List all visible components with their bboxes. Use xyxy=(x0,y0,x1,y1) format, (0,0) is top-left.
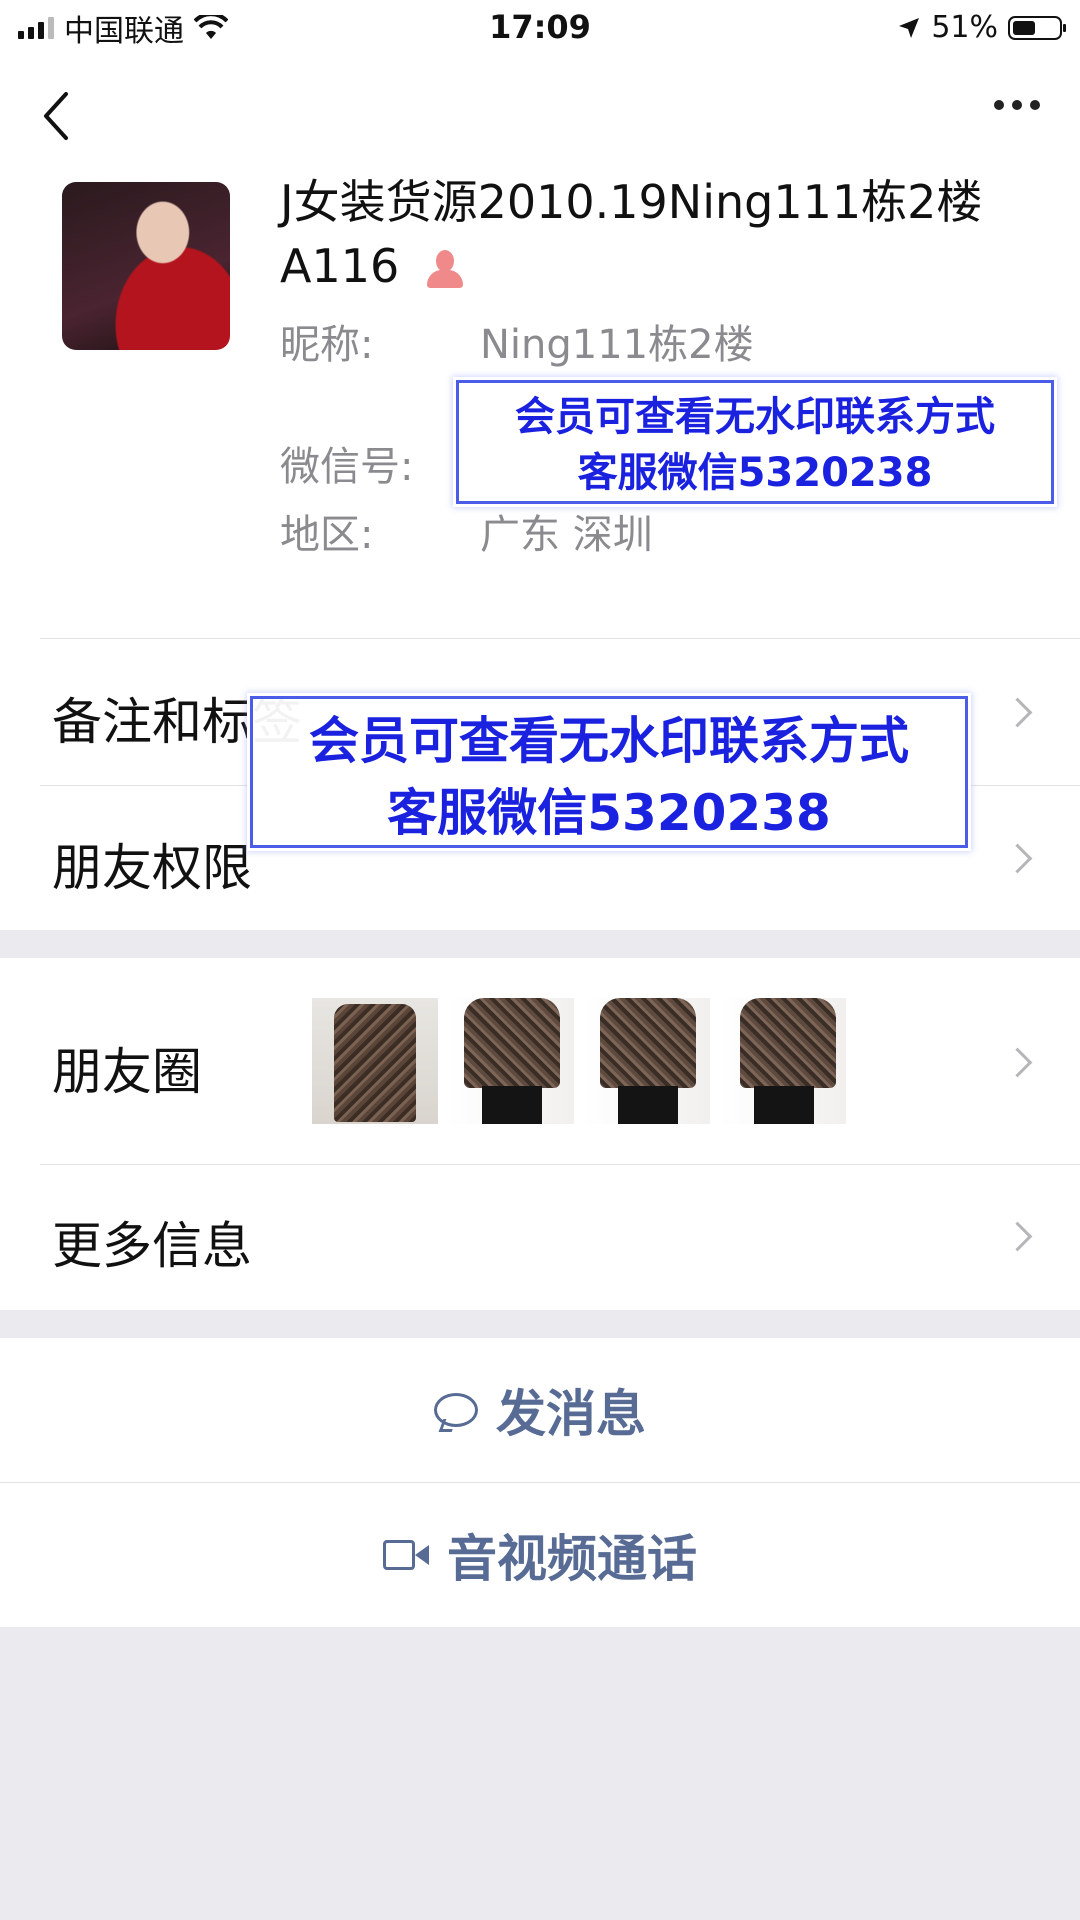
moments-thumbnails xyxy=(312,998,846,1124)
watermark-banner: 会员可查看无水印联系方式 客服微信5320238 xyxy=(456,380,1054,504)
avatar[interactable] xyxy=(62,182,230,350)
chat-bubble-icon xyxy=(434,1393,478,1427)
more-dots-icon[interactable] xyxy=(994,100,1040,110)
friend-permissions-label: 朋友权限 xyxy=(52,839,252,897)
status-bar: 中国联通 17:09 51% xyxy=(0,0,1080,56)
send-message-button[interactable]: 发消息 xyxy=(0,1338,1080,1482)
moments-thumbnail xyxy=(448,998,574,1124)
contact-name: J女装货源2010.19Ning111栋2楼A116 xyxy=(280,170,1040,298)
send-message-label: 发消息 xyxy=(496,1385,646,1443)
moments-thumbnail xyxy=(312,998,438,1124)
region-value: 广东 深圳 xyxy=(480,512,653,558)
female-icon xyxy=(427,249,464,290)
wechat-id-label: 微信号: xyxy=(280,444,414,490)
chevron-right-icon xyxy=(1002,1047,1033,1078)
watermark-line1: 会员可查看无水印联系方式 xyxy=(309,712,909,770)
moments-thumbnail xyxy=(584,998,710,1124)
divider xyxy=(0,1482,1080,1483)
location-arrow-icon xyxy=(899,17,920,38)
more-info-row[interactable]: 更多信息 xyxy=(0,1164,1080,1310)
nickname-value: Ning111栋2楼 xyxy=(480,322,754,368)
chevron-right-icon xyxy=(1002,697,1033,728)
status-right: 51% xyxy=(897,10,1066,45)
watermark-line1: 会员可查看无水印联系方式 xyxy=(515,394,995,440)
watermark-line2: 客服微信5320238 xyxy=(577,450,933,496)
region-label: 地区: xyxy=(280,512,374,558)
moments-label: 朋友圈 xyxy=(52,1043,202,1101)
battery-icon xyxy=(1008,15,1066,40)
more-info-label: 更多信息 xyxy=(52,1217,252,1275)
battery-level xyxy=(1013,20,1036,35)
video-call-label: 音视频通话 xyxy=(447,1530,697,1588)
divider xyxy=(40,638,1080,639)
moments-thumbnail xyxy=(720,998,846,1124)
moments-row[interactable]: 朋友圈 xyxy=(0,958,1080,1164)
contact-name-text: J女装货源2010.19Ning111栋2楼A116 xyxy=(280,175,983,293)
chevron-right-icon xyxy=(1002,1221,1033,1252)
video-call-button[interactable]: 音视频通话 xyxy=(0,1483,1080,1627)
nickname-row: 昵称: Ning111栋2楼 xyxy=(280,312,754,370)
nickname-label: 昵称: xyxy=(280,322,374,368)
wechat-id-row: 微信号: xyxy=(280,434,413,492)
divider xyxy=(40,1164,1080,1165)
watermark-line2: 客服微信5320238 xyxy=(387,784,831,842)
region-row: 地区: 广东 深圳 xyxy=(280,502,653,560)
chevron-right-icon xyxy=(1002,843,1033,874)
watermark-banner: 会员可查看无水印联系方式 客服微信5320238 xyxy=(250,696,968,848)
chevron-left-icon[interactable] xyxy=(38,86,78,146)
battery-percent: 51% xyxy=(931,10,998,45)
video-camera-icon xyxy=(383,1540,429,1570)
